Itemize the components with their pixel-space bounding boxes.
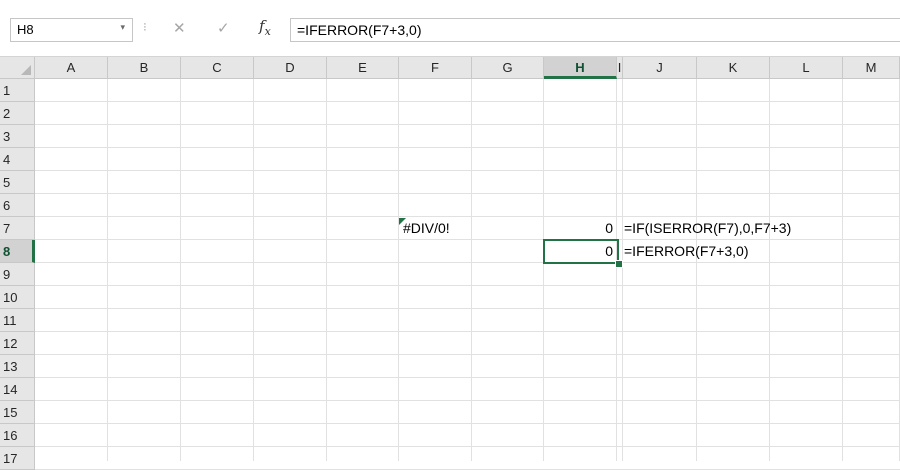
cell-J7[interactable]: =IF(ISERROR(F7),0,F7+3) xyxy=(621,217,891,240)
column-header-L[interactable]: L xyxy=(770,57,843,79)
gridline-horizontal xyxy=(35,446,900,447)
cancel-icon[interactable]: ✕ xyxy=(173,19,186,37)
gridline-vertical xyxy=(543,79,544,461)
select-all-triangle-icon xyxy=(21,65,31,75)
name-box-value: H8 xyxy=(17,22,34,37)
formula-input[interactable]: =IFERROR(F7+3,0) xyxy=(290,18,900,42)
gridline-horizontal xyxy=(35,308,900,309)
gridline-horizontal xyxy=(35,354,900,355)
column-header-J[interactable]: J xyxy=(623,57,697,79)
gridline-horizontal xyxy=(35,400,900,401)
row-header-3[interactable]: 3 xyxy=(0,125,35,148)
gridline-vertical xyxy=(471,79,472,461)
gridline-vertical xyxy=(398,79,399,461)
row-header-7[interactable]: 7 xyxy=(0,217,35,240)
column-header-G[interactable]: G xyxy=(472,57,544,79)
column-header-M[interactable]: M xyxy=(843,57,900,79)
gridline-horizontal xyxy=(35,377,900,378)
gridline-horizontal xyxy=(35,331,900,332)
gridline-vertical xyxy=(842,79,843,461)
gridline-vertical xyxy=(253,79,254,461)
row-header-15[interactable]: 15 xyxy=(0,401,35,424)
row-header-1[interactable]: 1 xyxy=(0,79,35,102)
cell-F7[interactable]: #DIV/0! xyxy=(399,217,544,240)
column-header-K[interactable]: K xyxy=(697,57,770,79)
gridline-horizontal xyxy=(35,285,900,286)
gridline-horizontal xyxy=(35,101,900,102)
gridline-horizontal xyxy=(35,170,900,171)
row-header-9[interactable]: 9 xyxy=(0,263,35,286)
gridline-vertical xyxy=(180,79,181,461)
column-header-F[interactable]: F xyxy=(399,57,472,79)
gridline-vertical xyxy=(326,79,327,461)
gridline-horizontal xyxy=(35,193,900,194)
row-header-10[interactable]: 10 xyxy=(0,286,35,309)
active-cell-border xyxy=(543,239,619,264)
row-header-11[interactable]: 11 xyxy=(0,309,35,332)
grip-icon[interactable]: ⁝ xyxy=(143,20,147,34)
row-header-17[interactable]: 17 xyxy=(0,447,35,470)
row-header-16[interactable]: 16 xyxy=(0,424,35,447)
gridline-vertical xyxy=(616,79,617,461)
row-header-14[interactable]: 14 xyxy=(0,378,35,401)
gridline-vertical xyxy=(622,79,623,461)
worksheet-grid[interactable]: ABCDEFGHIJKLM 1 2 3 4 5 6 7 8 9 10 11 12 13 14 15 16 17 … xyxy=(0,56,900,470)
gridline-vertical xyxy=(696,79,697,461)
gridline-horizontal xyxy=(35,147,900,148)
gridline-horizontal xyxy=(35,124,900,125)
chevron-down-icon[interactable]: ▾ xyxy=(120,22,125,33)
cell-J8[interactable]: =IFERROR(F7+3,0) xyxy=(621,240,891,263)
insert-function-icon[interactable]: fx xyxy=(259,17,271,38)
gridline-horizontal xyxy=(35,423,900,424)
select-all-button[interactable] xyxy=(0,57,35,79)
row-header-12[interactable]: 12 xyxy=(0,332,35,355)
column-header-D[interactable]: D xyxy=(254,57,327,79)
row-header-6[interactable]: 6 xyxy=(0,194,35,217)
row-header-5[interactable]: 5 xyxy=(0,171,35,194)
row-header-2[interactable]: 2 xyxy=(0,102,35,125)
cell-H7[interactable]: 0 xyxy=(544,217,617,240)
row-header-13[interactable]: 13 xyxy=(0,355,35,378)
column-header-A[interactable]: A xyxy=(35,57,108,79)
enter-icon[interactable]: ✓ xyxy=(217,19,230,37)
column-header-H[interactable]: H xyxy=(544,57,617,79)
formula-text: =IFERROR(F7+3,0) xyxy=(297,22,422,38)
column-header-B[interactable]: B xyxy=(108,57,181,79)
fill-handle[interactable] xyxy=(615,260,623,268)
formula-bar: H8 ▾ ⁝ ✕ ✓ fx =IFERROR(F7+3,0) xyxy=(0,0,900,50)
name-box[interactable]: H8 ▾ xyxy=(10,18,133,42)
row-header-8[interactable]: 8 xyxy=(0,240,35,263)
gridline-vertical xyxy=(107,79,108,461)
column-header-C[interactable]: C xyxy=(181,57,254,79)
row-header-4[interactable]: 4 xyxy=(0,148,35,171)
gridline-vertical xyxy=(769,79,770,461)
column-header-E[interactable]: E xyxy=(327,57,399,79)
